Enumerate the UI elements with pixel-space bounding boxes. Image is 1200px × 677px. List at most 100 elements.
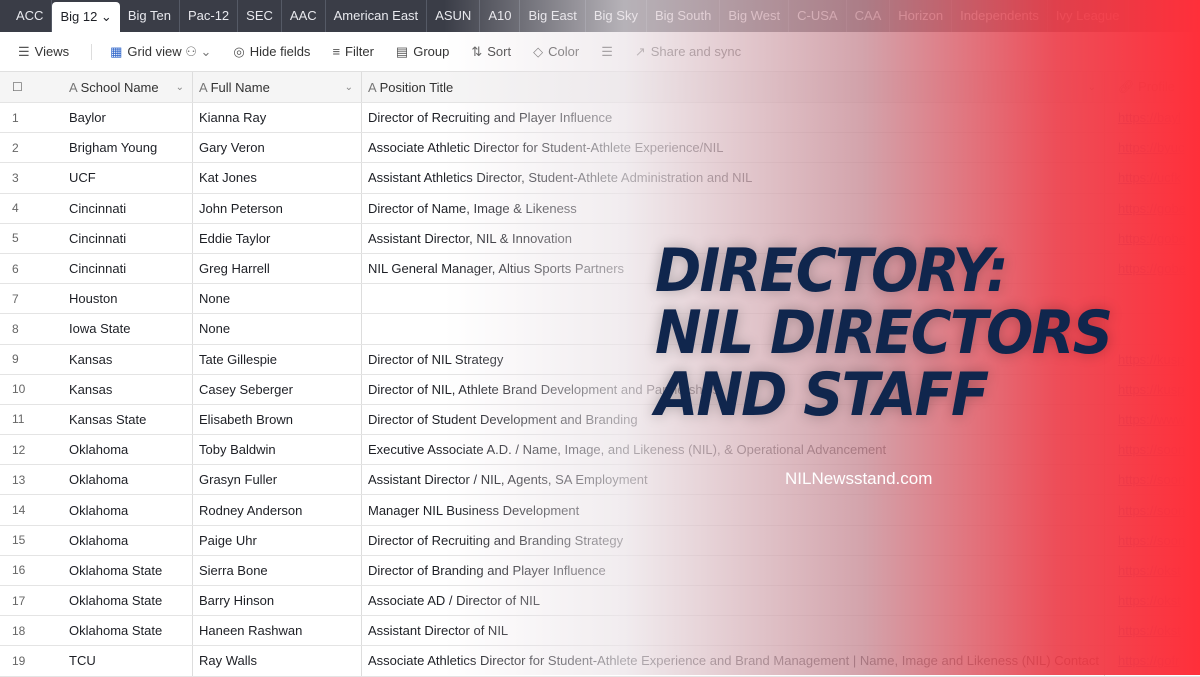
profile-link[interactable]: https://gofr	[1105, 653, 1179, 668]
tab-big-west[interactable]: Big West	[720, 0, 790, 32]
table-row[interactable]: 2 Brigham Young Gary Veron Associate Athlet…	[0, 133, 1200, 164]
color-button[interactable]: ◇ Color	[533, 44, 579, 60]
chevron-down-icon[interactable]: ⌄	[176, 82, 184, 93]
table-row[interactable]: 1 Baylor Kianna Ray Director of Recruiting …	[0, 103, 1200, 134]
profile-link[interactable]: https://kusp	[1105, 352, 1184, 367]
tab-horizon[interactable]: Horizon	[890, 0, 953, 32]
table-row[interactable]: 14 Oklahoma Rodney Anderson Manager NIL Bus…	[0, 495, 1200, 526]
profile-link[interactable]: https://soon	[1105, 503, 1185, 518]
tab-american-east[interactable]: American East	[326, 0, 428, 32]
profile-link[interactable]: https://byuc	[1105, 140, 1184, 155]
profile-link[interactable]: https://soon	[1105, 472, 1185, 487]
school-cell: Brigham Young	[62, 133, 193, 163]
row-number: 5	[12, 231, 19, 246]
table-row[interactable]: 15 Oklahoma Paige Uhr Director of Recruitin…	[0, 525, 1200, 556]
position-cell: Executive Associate A.D. / Name, Image, …	[362, 435, 1105, 465]
name-cell: Kat Jones	[193, 163, 362, 193]
menu-icon: ☰	[18, 43, 30, 59]
share-sync-button[interactable]: ↗ Share and sync	[635, 44, 741, 60]
tab-big-12[interactable]: Big 12 ⌄	[52, 2, 120, 32]
name-cell: None	[193, 284, 362, 314]
column-header-full-name[interactable]: A Full Name ⌄	[193, 72, 362, 102]
row-number: 13	[12, 472, 26, 487]
profile-link[interactable]: https://okst	[1105, 563, 1181, 578]
tab-a10[interactable]: A10	[480, 0, 521, 32]
table-row[interactable]: 3 UCF Kat Jones Assistant Athletics Directo…	[0, 163, 1200, 194]
filter-button[interactable]: ≡ Filter	[332, 44, 373, 59]
table-row[interactable]: 16 Oklahoma State Sierra Bone Director of B…	[0, 555, 1200, 586]
column-header-profile[interactable]: 🔗︎ Profile	[1105, 79, 1175, 95]
profile-link[interactable]: https://okst	[1105, 623, 1181, 638]
profile-link[interactable]: https://gobe	[1105, 231, 1186, 246]
table-row[interactable]: 13 Oklahoma Grasyn Fuller Assistant Directo…	[0, 465, 1200, 496]
share-icon: ↗	[634, 43, 646, 59]
school-cell: Kansas	[62, 374, 193, 404]
position-cell: Associate Athletics Director for Student…	[362, 646, 1105, 676]
position-cell: Associate Athletic Director for Student-…	[362, 133, 1105, 163]
views-button[interactable]: ☰ Views	[18, 44, 69, 60]
row-height-button[interactable]: ☰	[601, 44, 613, 60]
select-all-checkbox[interactable]: ☐	[0, 80, 62, 94]
tab-pac-12[interactable]: Pac-12	[180, 0, 239, 32]
promo-title: DIRECTORY: NIL DIRECTORS AND STAFF	[655, 236, 1113, 430]
column-header-school[interactable]: A School Name ⌄	[62, 72, 193, 102]
hide-fields-button[interactable]: ◎ Hide fields	[233, 44, 310, 60]
base-tab-bar: ACC Big 12 ⌄ Big Ten Pac-12 SEC AAC American E…	[0, 0, 1200, 32]
position-cell: Director of Recruiting and Branding Stra…	[362, 525, 1105, 555]
row-number: 18	[12, 623, 26, 638]
sort-button[interactable]: ⇅ Sort	[471, 44, 511, 60]
name-cell: Rodney Anderson	[193, 495, 362, 525]
profile-link[interactable]: https://soon	[1105, 442, 1185, 457]
name-cell: Toby Baldwin	[193, 435, 362, 465]
grid-view-button[interactable]: ▦ Grid view ⚇ ⌄	[91, 43, 211, 60]
school-cell: Oklahoma	[62, 495, 193, 525]
tab-big-ten[interactable]: Big Ten	[120, 0, 180, 32]
row-number: 15	[12, 533, 26, 548]
row-number: 8	[12, 321, 19, 336]
tab-ivy-league[interactable]: Ivy League	[1048, 0, 1129, 32]
tab-big-south[interactable]: Big South	[647, 0, 721, 32]
school-cell: UCF	[62, 163, 193, 193]
school-cell: Oklahoma State	[62, 586, 193, 616]
table-row[interactable]: 12 Oklahoma Toby Baldwin Executive Associat…	[0, 435, 1200, 466]
name-cell: None	[193, 314, 362, 344]
name-cell: Haneen Rashwan	[193, 616, 362, 646]
school-cell: Oklahoma State	[62, 555, 193, 585]
group-button[interactable]: ▤ Group	[396, 44, 449, 60]
row-number: 6	[12, 261, 19, 276]
tab-sec[interactable]: SEC	[238, 0, 282, 32]
table-row[interactable]: 4 Cincinnati John Peterson Director of Name…	[0, 193, 1200, 224]
tab-acc[interactable]: ACC	[8, 0, 53, 32]
profile-link[interactable]: https://kusp	[1105, 382, 1184, 397]
column-header-position[interactable]: A Position Title ⌄	[362, 72, 1105, 102]
profile-link[interactable]: https://gobe	[1105, 201, 1186, 216]
table-row[interactable]: 17 Oklahoma State Barry Hinson Associate AD…	[0, 586, 1200, 617]
profile-link[interactable]: https://ucfk	[1105, 170, 1181, 185]
tab-caa[interactable]: CAA	[847, 0, 891, 32]
tab-asun[interactable]: ASUN	[427, 0, 481, 32]
row-number: 14	[12, 503, 26, 518]
chevron-down-icon[interactable]: ⌄	[1088, 82, 1096, 93]
school-cell: Kansas	[62, 344, 193, 374]
school-cell: Kansas State	[62, 404, 193, 435]
profile-link[interactable]: https://bayl	[1105, 110, 1181, 125]
profile-link[interactable]: https://okst	[1105, 593, 1181, 608]
table-row[interactable]: 19 TCU Ray Walls Associate Athletics Direct…	[0, 646, 1200, 677]
name-cell: Tate Gillespie	[193, 344, 362, 374]
name-cell: Barry Hinson	[193, 586, 362, 616]
profile-link[interactable]: https://soon	[1105, 533, 1185, 548]
tab-big-east[interactable]: Big East	[520, 0, 586, 32]
row-number: 3	[12, 170, 19, 185]
chevron-down-icon[interactable]: ⌄	[345, 82, 353, 93]
profile-link[interactable]: https://gobe	[1105, 261, 1186, 276]
name-cell: Sierra Bone	[193, 555, 362, 585]
tab-independents[interactable]: Independents	[952, 0, 1048, 32]
tab-aac[interactable]: AAC	[282, 0, 326, 32]
table-row[interactable]: 18 Oklahoma State Haneen Rashwan Assistant …	[0, 616, 1200, 647]
tab-big-sky[interactable]: Big Sky	[586, 0, 647, 32]
profile-link[interactable]: https://www	[1105, 412, 1185, 427]
site-url: NILNewsstand.com	[785, 469, 933, 488]
filter-icon: ≡	[332, 44, 341, 59]
school-cell: TCU	[62, 646, 193, 676]
tab-c-usa[interactable]: C-USA	[789, 0, 847, 32]
